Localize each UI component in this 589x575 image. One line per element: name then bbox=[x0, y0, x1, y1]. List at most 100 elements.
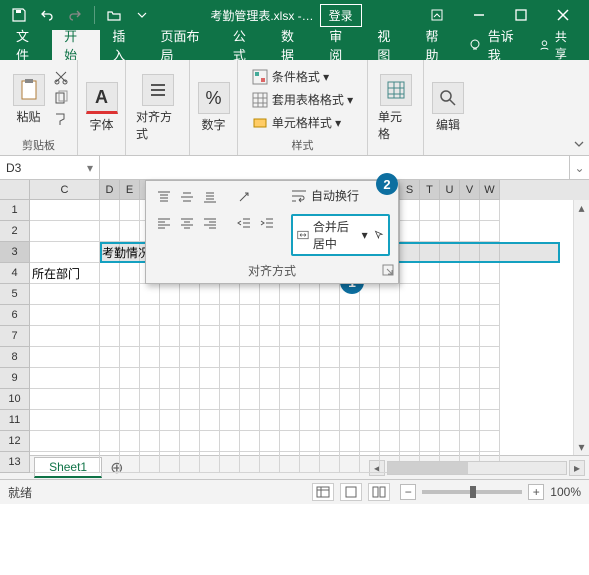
cell[interactable] bbox=[480, 326, 500, 347]
cell[interactable] bbox=[440, 368, 460, 389]
format-painter-icon[interactable] bbox=[53, 111, 69, 130]
cell[interactable] bbox=[260, 431, 280, 452]
cell[interactable] bbox=[140, 347, 160, 368]
cell[interactable] bbox=[480, 389, 500, 410]
cell[interactable] bbox=[220, 347, 240, 368]
cell[interactable] bbox=[320, 305, 340, 326]
cell[interactable] bbox=[480, 200, 500, 221]
cell[interactable] bbox=[300, 389, 320, 410]
row-header[interactable]: 5 bbox=[0, 284, 30, 305]
cell[interactable] bbox=[160, 410, 180, 431]
cell[interactable] bbox=[420, 200, 440, 221]
cell[interactable] bbox=[220, 410, 240, 431]
cell[interactable] bbox=[30, 200, 100, 221]
cell[interactable] bbox=[240, 326, 260, 347]
chevron-down-icon[interactable]: ▾ bbox=[87, 161, 93, 175]
conditional-format-button[interactable]: 条件格式 ▾ bbox=[252, 68, 353, 85]
cell[interactable] bbox=[440, 242, 460, 263]
cell[interactable] bbox=[400, 389, 420, 410]
cell[interactable] bbox=[380, 389, 400, 410]
tab-help[interactable]: 帮助 bbox=[414, 30, 462, 60]
row-header[interactable]: 12 bbox=[0, 431, 30, 452]
cell[interactable] bbox=[320, 389, 340, 410]
column-header[interactable]: E bbox=[120, 180, 140, 200]
cell[interactable] bbox=[420, 263, 440, 284]
cell[interactable] bbox=[460, 389, 480, 410]
cell[interactable] bbox=[120, 368, 140, 389]
cell[interactable] bbox=[260, 368, 280, 389]
cell[interactable] bbox=[160, 284, 180, 305]
cell[interactable] bbox=[400, 431, 420, 452]
cell[interactable] bbox=[460, 242, 480, 263]
cell[interactable] bbox=[200, 410, 220, 431]
column-header[interactable]: S bbox=[400, 180, 420, 200]
collapse-ribbon-icon[interactable] bbox=[573, 138, 585, 153]
table-format-button[interactable]: 套用表格格式 ▾ bbox=[252, 91, 353, 108]
cell[interactable] bbox=[120, 389, 140, 410]
merge-center-button[interactable]: 合并后居中 ▾ bbox=[291, 214, 390, 256]
row-header[interactable]: 8 bbox=[0, 347, 30, 368]
select-all-corner[interactable] bbox=[0, 180, 30, 200]
cell[interactable] bbox=[30, 284, 100, 305]
cell[interactable] bbox=[200, 326, 220, 347]
name-box[interactable]: D3 ▾ bbox=[0, 156, 100, 179]
tab-formulas[interactable]: 公式 bbox=[221, 30, 269, 60]
tab-insert[interactable]: 插入 bbox=[100, 30, 148, 60]
number-group-button[interactable]: % 数字 bbox=[194, 80, 234, 135]
cell[interactable] bbox=[180, 431, 200, 452]
cell[interactable] bbox=[100, 263, 120, 284]
cell[interactable] bbox=[440, 284, 460, 305]
cell[interactable] bbox=[280, 452, 300, 473]
cell[interactable] bbox=[280, 347, 300, 368]
cell[interactable] bbox=[340, 410, 360, 431]
cell[interactable] bbox=[460, 347, 480, 368]
cell[interactable] bbox=[320, 347, 340, 368]
cell[interactable] bbox=[200, 452, 220, 473]
cell[interactable] bbox=[180, 368, 200, 389]
share-button[interactable]: 共享 bbox=[530, 30, 585, 60]
cell[interactable] bbox=[480, 263, 500, 284]
cell[interactable] bbox=[420, 410, 440, 431]
cell[interactable] bbox=[400, 221, 420, 242]
align-right-button[interactable] bbox=[200, 213, 220, 233]
column-header[interactable]: T bbox=[420, 180, 440, 200]
cell[interactable] bbox=[460, 305, 480, 326]
cell[interactable] bbox=[360, 431, 380, 452]
cell[interactable] bbox=[30, 242, 100, 263]
cell[interactable] bbox=[440, 326, 460, 347]
cell[interactable] bbox=[240, 284, 260, 305]
row-header[interactable]: 3 bbox=[0, 242, 30, 263]
dialog-launcher-icon[interactable] bbox=[382, 264, 394, 279]
horizontal-scrollbar[interactable] bbox=[387, 461, 567, 475]
cell[interactable] bbox=[180, 326, 200, 347]
cell[interactable] bbox=[300, 347, 320, 368]
cell[interactable] bbox=[220, 452, 240, 473]
cell[interactable] bbox=[460, 200, 480, 221]
lightbulb-icon[interactable] bbox=[462, 30, 488, 60]
cell[interactable] bbox=[240, 347, 260, 368]
align-left-button[interactable] bbox=[154, 213, 174, 233]
cell[interactable] bbox=[340, 389, 360, 410]
cell[interactable] bbox=[420, 389, 440, 410]
cell[interactable] bbox=[320, 326, 340, 347]
cell[interactable] bbox=[260, 452, 280, 473]
tab-data[interactable]: 数据 bbox=[269, 30, 317, 60]
formula-input[interactable] bbox=[100, 156, 569, 179]
cell[interactable] bbox=[100, 326, 120, 347]
alignment-group-button[interactable]: 对齐方式 bbox=[132, 72, 183, 144]
cell[interactable] bbox=[160, 305, 180, 326]
minimize-button[interactable] bbox=[459, 2, 499, 28]
cell[interactable] bbox=[420, 368, 440, 389]
cell[interactable] bbox=[300, 284, 320, 305]
cell[interactable] bbox=[400, 242, 420, 263]
cell[interactable] bbox=[360, 452, 380, 473]
cell[interactable] bbox=[380, 347, 400, 368]
cell[interactable] bbox=[160, 347, 180, 368]
cell[interactable] bbox=[320, 431, 340, 452]
zoom-slider[interactable] bbox=[422, 490, 522, 494]
cell[interactable] bbox=[280, 305, 300, 326]
save-icon[interactable] bbox=[6, 2, 32, 28]
cell[interactable] bbox=[300, 326, 320, 347]
page-layout-view-button[interactable] bbox=[340, 483, 362, 501]
cell[interactable] bbox=[120, 347, 140, 368]
